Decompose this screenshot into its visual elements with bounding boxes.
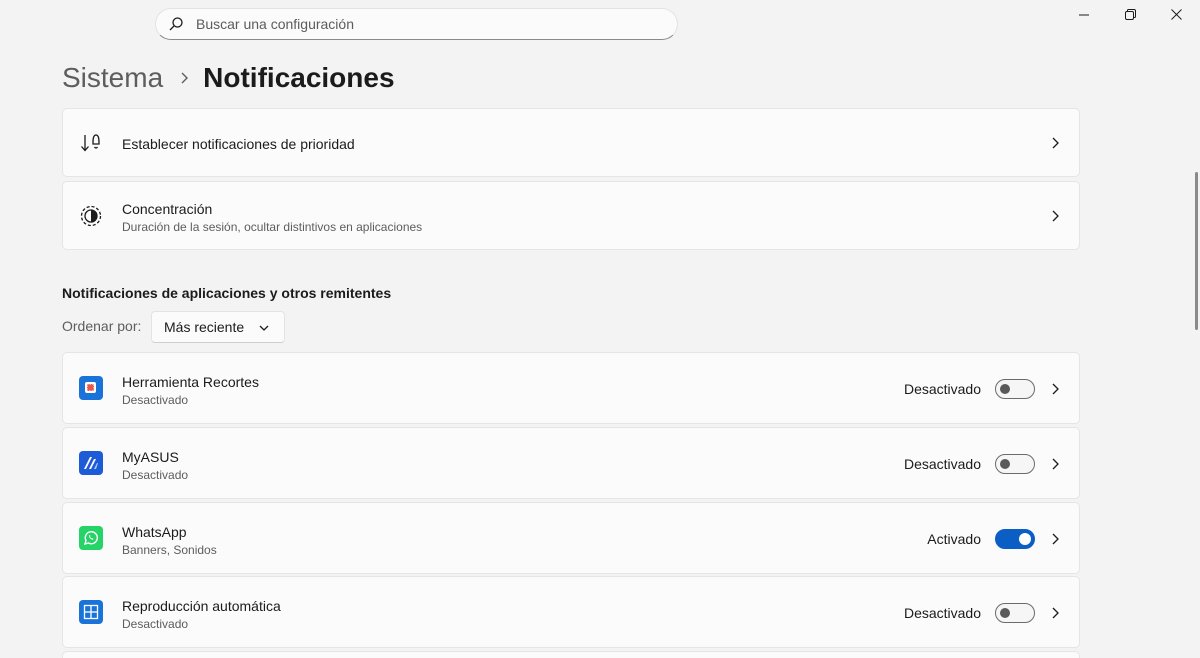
close-icon — [1170, 7, 1182, 25]
notification-toggle[interactable] — [995, 379, 1035, 399]
app-subtitle: Desactivado — [122, 393, 189, 407]
restore-button[interactable] — [1107, 0, 1153, 32]
scrollbar[interactable] — [1195, 172, 1198, 330]
breadcrumb: Sistema Notificaciones — [62, 58, 395, 98]
app-row-reproduccion-automatica[interactable]: Reproducción automática Desactivado Desa… — [62, 576, 1080, 648]
sort-value: Más reciente — [164, 319, 245, 335]
notification-toggle[interactable] — [995, 529, 1035, 549]
notification-toggle[interactable] — [995, 454, 1035, 474]
search-icon — [168, 16, 184, 32]
autoplay-icon — [79, 600, 103, 624]
chevron-right-icon — [1049, 458, 1061, 470]
snipping-tool-icon — [79, 376, 103, 400]
app-name: Reproducción automática — [122, 598, 281, 614]
card-title: Concentración — [122, 201, 213, 217]
focus-icon — [79, 204, 103, 228]
app-name: Herramienta Recortes — [122, 374, 259, 390]
chevron-down-icon — [258, 322, 270, 334]
section-title: Notificaciones de aplicaciones y otros r… — [62, 285, 392, 301]
minimize-icon — [1079, 7, 1089, 25]
myasus-icon — [79, 451, 103, 475]
app-name: MyASUS — [122, 449, 179, 465]
chevron-right-icon — [1049, 533, 1061, 545]
toggle-state-label: Desactivado — [903, 456, 981, 472]
notification-toggle[interactable] — [995, 603, 1035, 623]
restore-icon — [1124, 7, 1136, 25]
toggle-state-label: Activado — [927, 531, 981, 547]
chevron-right-icon — [1049, 607, 1061, 619]
toggle-state-label: Desactivado — [903, 381, 981, 397]
app-row-partial[interactable] — [62, 651, 1080, 658]
app-subtitle: Banners, Sonidos — [122, 543, 217, 557]
whatsapp-icon — [79, 526, 103, 550]
sort-dropdown[interactable]: Más reciente — [151, 311, 285, 343]
app-subtitle: Desactivado — [122, 617, 189, 631]
breadcrumb-parent[interactable]: Sistema — [62, 62, 163, 94]
toggle-state-label: Desactivado — [903, 605, 981, 621]
app-row-herramienta-recortes[interactable]: Herramienta Recortes Desactivado Desacti… — [62, 352, 1080, 424]
card-title: Establecer notificaciones de prioridad — [122, 136, 355, 152]
chevron-right-icon — [1049, 383, 1061, 395]
close-button[interactable] — [1153, 0, 1199, 32]
app-name: WhatsApp — [122, 524, 187, 540]
card-subtitle: Duración de la sesión, ocultar distintiv… — [122, 220, 423, 234]
app-subtitle: Desactivado — [122, 468, 189, 482]
priority-notifications-icon — [79, 131, 103, 155]
search-box[interactable] — [155, 8, 678, 40]
minimize-button[interactable] — [1061, 0, 1107, 32]
focus-card[interactable]: Concentración Duración de la sesión, ocu… — [62, 181, 1080, 250]
priority-notifications-card[interactable]: Establecer notificaciones de prioridad — [62, 108, 1080, 177]
page-title: Notificaciones — [203, 62, 395, 93]
search-input[interactable] — [196, 16, 636, 32]
sort-label: Ordenar por: — [62, 318, 142, 334]
chevron-right-icon — [1049, 137, 1061, 149]
chevron-right-icon — [1049, 210, 1061, 222]
app-row-myasus[interactable]: MyASUS Desactivado Desactivado — [62, 427, 1080, 499]
app-row-whatsapp[interactable]: WhatsApp Banners, Sonidos Activado — [62, 502, 1080, 574]
chevron-right-icon — [179, 72, 189, 84]
